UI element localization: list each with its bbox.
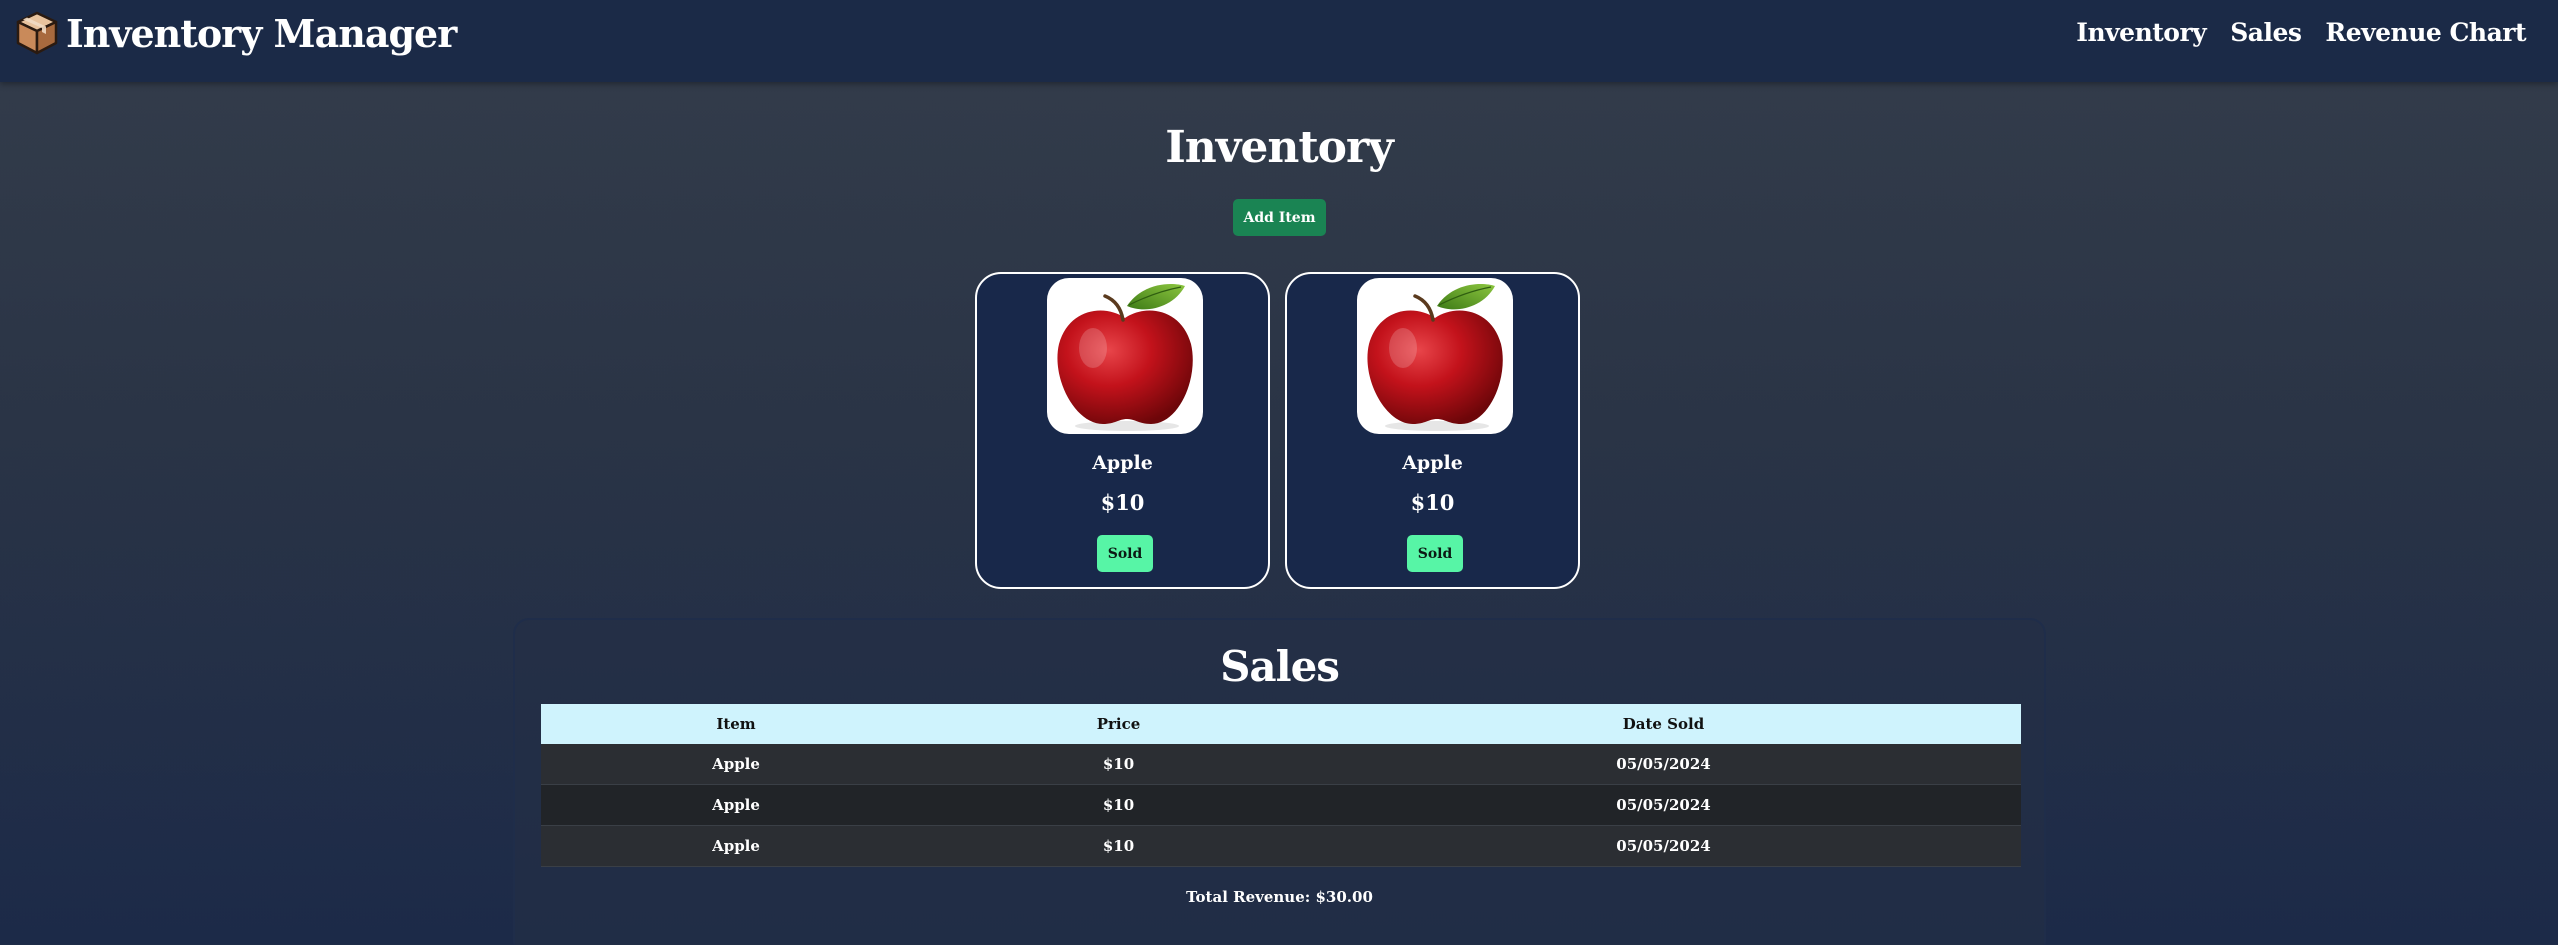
- column-header-price: Price: [931, 704, 1306, 744]
- cell-item: Apple: [541, 825, 931, 867]
- nav-link-inventory[interactable]: Inventory: [2076, 18, 2206, 47]
- cell-item: Apple: [541, 744, 931, 785]
- total-revenue: Total Revenue: $30.00: [1186, 888, 1373, 906]
- nav-link-revenue-chart[interactable]: Revenue Chart: [2325, 18, 2526, 47]
- apple-image: [1047, 278, 1203, 434]
- item-image: [1357, 278, 1513, 434]
- table-row: Apple $10 05/05/2024: [541, 825, 2021, 867]
- sold-button[interactable]: Sold: [1407, 535, 1463, 572]
- column-header-date-sold: Date Sold: [1306, 704, 2021, 744]
- add-item-button[interactable]: Add Item: [1233, 199, 1326, 236]
- apple-image: [1357, 278, 1513, 434]
- sold-button[interactable]: Sold: [1097, 535, 1153, 572]
- sales-heading: Sales: [1220, 642, 1340, 691]
- item-image: [1047, 278, 1203, 434]
- cell-price: $10: [931, 744, 1306, 785]
- cell-item: Apple: [541, 784, 931, 826]
- inventory-card: Apple $10 Sold: [975, 272, 1270, 589]
- item-name: Apple: [1092, 452, 1153, 474]
- nav-links: Inventory Sales Revenue Chart: [2076, 18, 2526, 47]
- nav-link-sales[interactable]: Sales: [2230, 18, 2302, 47]
- brand[interactable]: Inventory Manager: [14, 8, 457, 58]
- inventory-heading: Inventory: [1165, 122, 1394, 173]
- cell-date-sold: 05/05/2024: [1306, 744, 2021, 785]
- cell-price: $10: [931, 784, 1306, 826]
- cell-date-sold: 05/05/2024: [1306, 825, 2021, 867]
- table-row: Apple $10 05/05/2024: [541, 744, 2021, 785]
- item-price: $10: [1410, 490, 1455, 515]
- sales-panel: Sales Item Price Date Sold Apple $10 05/…: [513, 618, 2046, 945]
- item-price: $10: [1100, 490, 1145, 515]
- table-header-row: Item Price Date Sold: [541, 704, 2021, 744]
- table-row: Apple $10 05/05/2024: [541, 784, 2021, 826]
- top-navbar: Inventory Manager Inventory Sales Revenu…: [0, 0, 2558, 82]
- cell-price: $10: [931, 825, 1306, 867]
- column-header-item: Item: [541, 704, 931, 744]
- package-box-icon: [16, 11, 58, 55]
- sales-table: Item Price Date Sold Apple $10 05/05/202…: [541, 704, 2021, 867]
- inventory-card: Apple $10 Sold: [1285, 272, 1580, 589]
- item-name: Apple: [1402, 452, 1463, 474]
- cell-date-sold: 05/05/2024: [1306, 784, 2021, 826]
- brand-title: Inventory Manager: [66, 10, 457, 56]
